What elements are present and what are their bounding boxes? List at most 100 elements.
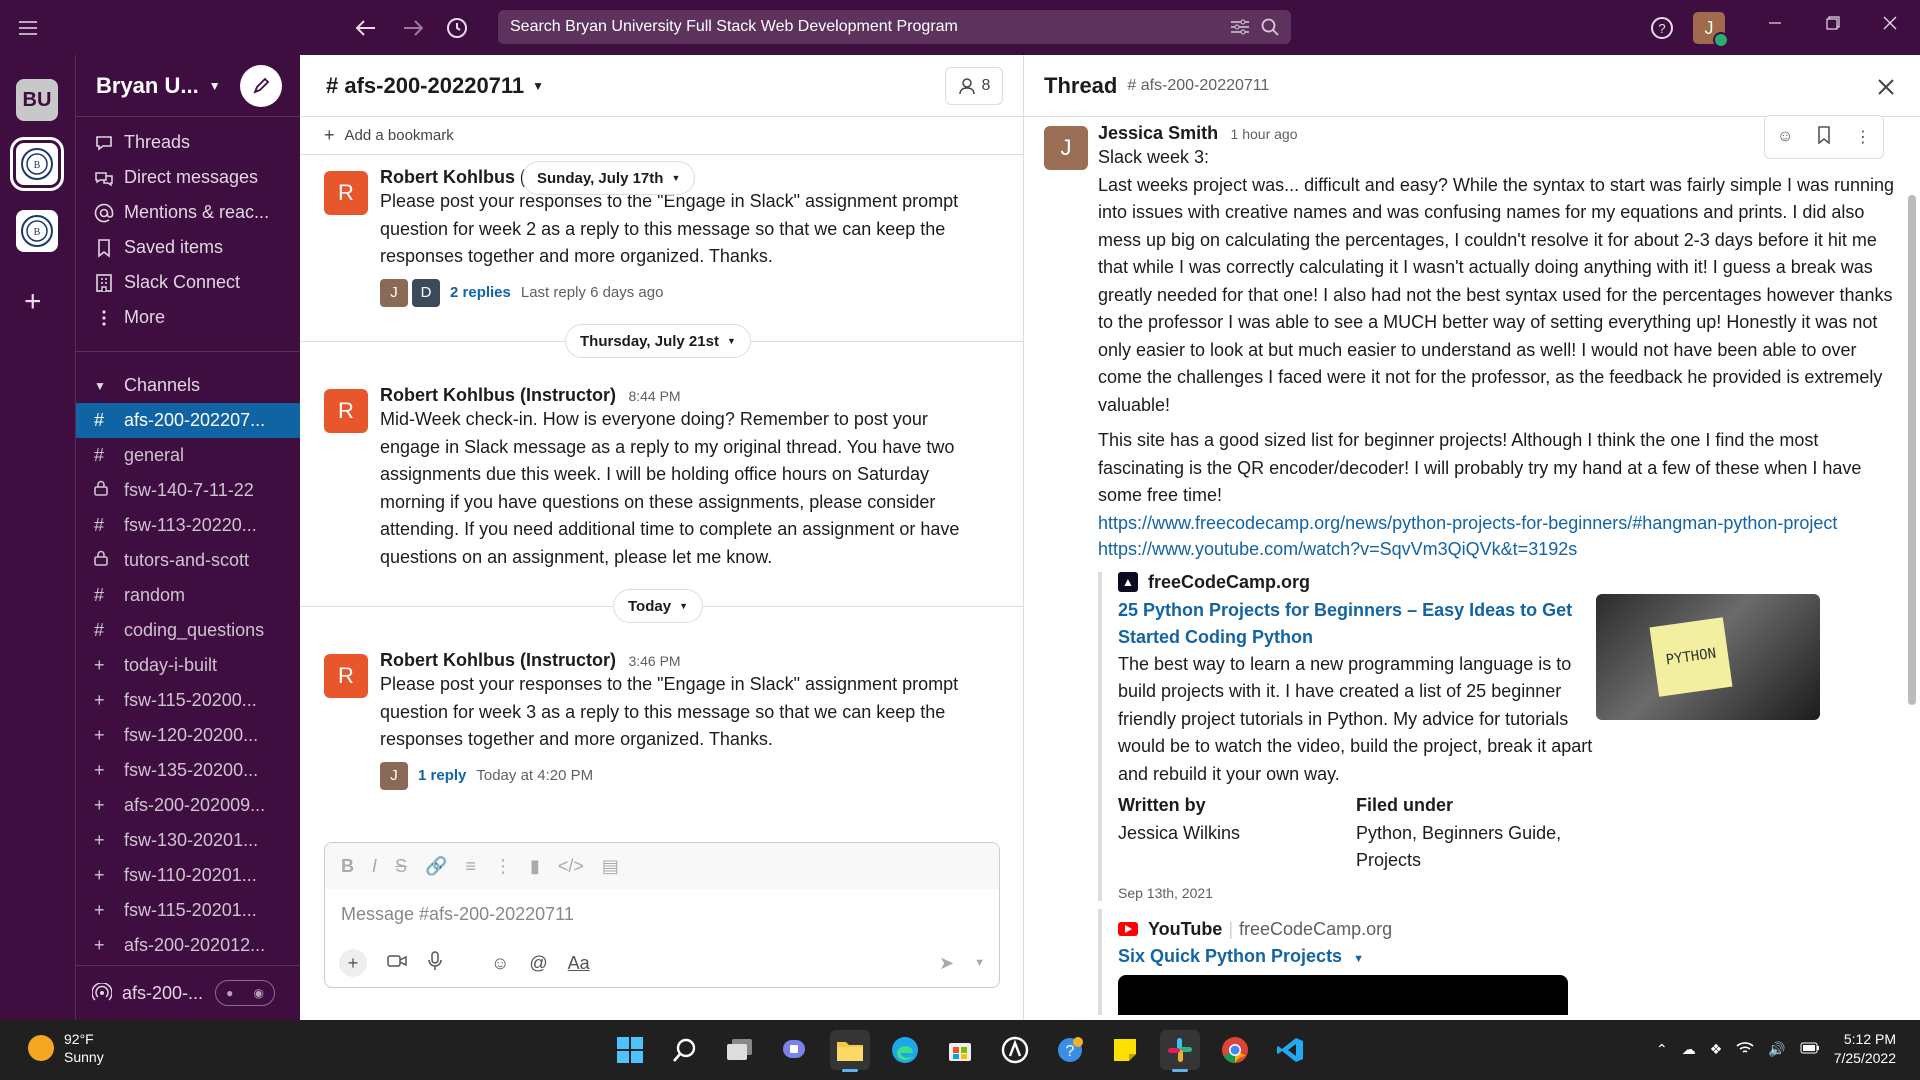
search-icon[interactable] [1261, 18, 1279, 36]
sidebar-channel-item[interactable]: + fsw-110-20201... [76, 858, 300, 893]
message-author[interactable]: Robert Kohlbus (Instructor) [380, 385, 616, 405]
date-divider-pill[interactable]: Today ▼ [613, 589, 703, 623]
message-link[interactable]: https://www.freecodecamp.org/news/python… [1098, 510, 1898, 536]
message-author[interactable]: Robert Kohlbus (Instructor) [380, 650, 616, 670]
members-button[interactable]: 8 [945, 67, 1003, 105]
message[interactable]: R Robert Kohlbus (Instructor) 8:44 PM Mi… [300, 385, 1024, 571]
add-workspace-icon[interactable]: + [24, 285, 42, 319]
sidebar-channel-item[interactable]: # coding_questions [76, 613, 300, 648]
history-icon[interactable] [441, 12, 473, 44]
minimize-icon[interactable] [1768, 14, 1782, 35]
message-author[interactable]: Jessica Smith [1098, 123, 1218, 143]
file-explorer-icon[interactable] [830, 1030, 870, 1072]
message-input[interactable]: Message #afs-200-20220711 [325, 889, 999, 939]
link-icon[interactable]: 🔗 [425, 856, 447, 877]
search-taskbar-icon[interactable] [665, 1030, 705, 1070]
user-avatar[interactable]: J [1693, 12, 1729, 48]
youtube-video-player[interactable] [1118, 974, 1568, 1015]
message-time[interactable]: 1 hour ago [1231, 126, 1298, 142]
close-window-icon[interactable] [1883, 14, 1897, 35]
avatar[interactable]: R [324, 654, 368, 698]
sidebar-item-more[interactable]: More [76, 300, 300, 335]
blockquote-icon[interactable]: ▮ [530, 856, 540, 877]
emoji-icon[interactable]: ☺ [491, 953, 509, 974]
system-clock[interactable]: 5:12 PM 7/25/2022 [1834, 1030, 1896, 1068]
workspace-name[interactable]: Bryan U... [96, 73, 199, 99]
sidebar-channel-item[interactable]: + fsw-120-20200... [76, 718, 300, 753]
help-icon[interactable]: ? [1646, 12, 1678, 44]
edge-icon[interactable] [885, 1030, 925, 1070]
back-arrow-icon[interactable] [350, 12, 382, 44]
workspace-second[interactable]: B [16, 210, 58, 252]
app-icon-white[interactable] [995, 1030, 1035, 1070]
thread-channel[interactable]: # afs-200-20220711 [1127, 77, 1269, 95]
date-divider-pill[interactable]: Sunday, July 17th ▼ [522, 161, 696, 195]
sidebar-item-direct-messages[interactable]: Direct messages [76, 160, 300, 195]
menu-icon[interactable] [12, 12, 44, 44]
code-icon[interactable]: </> [558, 856, 584, 877]
attach-plus-icon[interactable]: + [339, 949, 367, 977]
send-options-chevron-icon[interactable]: ▼ [974, 957, 985, 969]
sidebar-channel-item[interactable]: + fsw-115-20201... [76, 893, 300, 928]
chrome-icon[interactable] [1215, 1030, 1255, 1070]
sidebar-channel-item[interactable]: # random [76, 578, 300, 613]
volume-icon[interactable]: 🔊 [1768, 1041, 1785, 1058]
help-app-icon[interactable]: ? [1050, 1030, 1090, 1070]
wifi-icon[interactable] [1736, 1041, 1754, 1058]
microphone-icon[interactable] [427, 950, 443, 976]
chevron-down-icon[interactable]: ▼ [532, 79, 544, 93]
sidebar-channel-item[interactable]: + afs-200-202012... [76, 928, 300, 963]
send-icon[interactable]: ➤ [939, 953, 954, 974]
sidebar-channel-item[interactable]: fsw-140-7-11-22 [76, 473, 300, 508]
vscode-icon[interactable] [1270, 1030, 1310, 1070]
dropbox-icon[interactable]: ❖ [1710, 1041, 1723, 1058]
code-block-icon[interactable]: ▤ [602, 856, 619, 877]
sidebar-item-slack-connect[interactable]: Slack Connect [76, 265, 300, 300]
sidebar-channel-item[interactable]: + fsw-135-20200... [76, 753, 300, 788]
sidebar-channel-item[interactable]: # general [76, 438, 300, 473]
workspace-bryan-university[interactable]: B [10, 137, 64, 191]
sidebar-item-saved[interactable]: Saved items [76, 230, 300, 265]
sidebar-channel-item[interactable]: + fsw-115-20200... [76, 683, 300, 718]
channel-title[interactable]: # afs-200-20220711 [326, 73, 524, 99]
sidebar-item-mentions[interactable]: Mentions & reac... [76, 195, 300, 230]
unfurl-thumbnail[interactable]: PYTHON [1596, 593, 1820, 720]
italic-icon[interactable]: I [372, 856, 377, 877]
workspace-header[interactable]: Bryan U... ▼ [76, 55, 300, 117]
message-time[interactable]: 8:44 PM [628, 388, 680, 404]
huddle-toggle[interactable]: ● ◉ [215, 980, 276, 1006]
message-link[interactable]: https://www.youtube.com/watch?v=SqvVm3Qi… [1098, 536, 1898, 562]
message-composer[interactable]: B I S 🔗 ≡ ⋮ ▮ </> ▤ Message #afs-200-202… [324, 842, 1000, 988]
thread-scrollbar[interactable] [1908, 195, 1916, 705]
chevron-down-icon[interactable]: ▼ [209, 79, 221, 93]
message[interactable]: R Robert Kohlbus (Instructor) 3:46 PM Pl… [300, 650, 1024, 790]
strikethrough-icon[interactable]: S [395, 856, 407, 877]
sidebar-channel-item[interactable]: + afs-200-202009... [76, 788, 300, 823]
forward-arrow-icon[interactable] [397, 12, 429, 44]
avatar[interactable]: R [324, 171, 368, 215]
close-icon[interactable] [1878, 71, 1894, 102]
avatar[interactable]: J [1044, 126, 1088, 170]
task-view-icon[interactable] [720, 1030, 760, 1070]
format-toggle-icon[interactable]: Aa [568, 953, 590, 974]
weather-widget[interactable]: 92°F Sunny [28, 1030, 104, 1066]
reply-count-link[interactable]: 1 reply [418, 767, 466, 784]
filter-icon[interactable] [1231, 19, 1249, 35]
bold-icon[interactable]: B [341, 856, 354, 877]
cloud-icon[interactable]: ☁ [1682, 1041, 1696, 1058]
sidebar-item-threads[interactable]: Threads [76, 125, 300, 160]
sticky-notes-icon[interactable] [1105, 1030, 1145, 1070]
start-icon[interactable] [610, 1030, 650, 1070]
sidebar-channel-item[interactable]: # afs-200-202207... [76, 403, 300, 438]
channels-heading[interactable]: ▼ Channels [76, 368, 300, 403]
thread-replies[interactable]: J 1 reply Today at 4:20 PM [380, 761, 990, 790]
ordered-list-icon[interactable]: ≡ [465, 856, 476, 877]
message-time[interactable]: 3:46 PM [628, 653, 680, 669]
mention-icon[interactable]: @ [529, 953, 547, 974]
chevron-up-icon[interactable]: ⌃ [1656, 1041, 1668, 1058]
battery-icon[interactable] [1800, 1041, 1820, 1057]
sidebar-channel-item[interactable]: # fsw-113-20220... [76, 508, 300, 543]
add-bookmark-button[interactable]: + Add a bookmark [300, 117, 1023, 155]
sidebar-channel-item[interactable]: + fsw-130-20201... [76, 823, 300, 858]
search-bar[interactable]: Search Bryan University Full Stack Web D… [498, 10, 1291, 44]
